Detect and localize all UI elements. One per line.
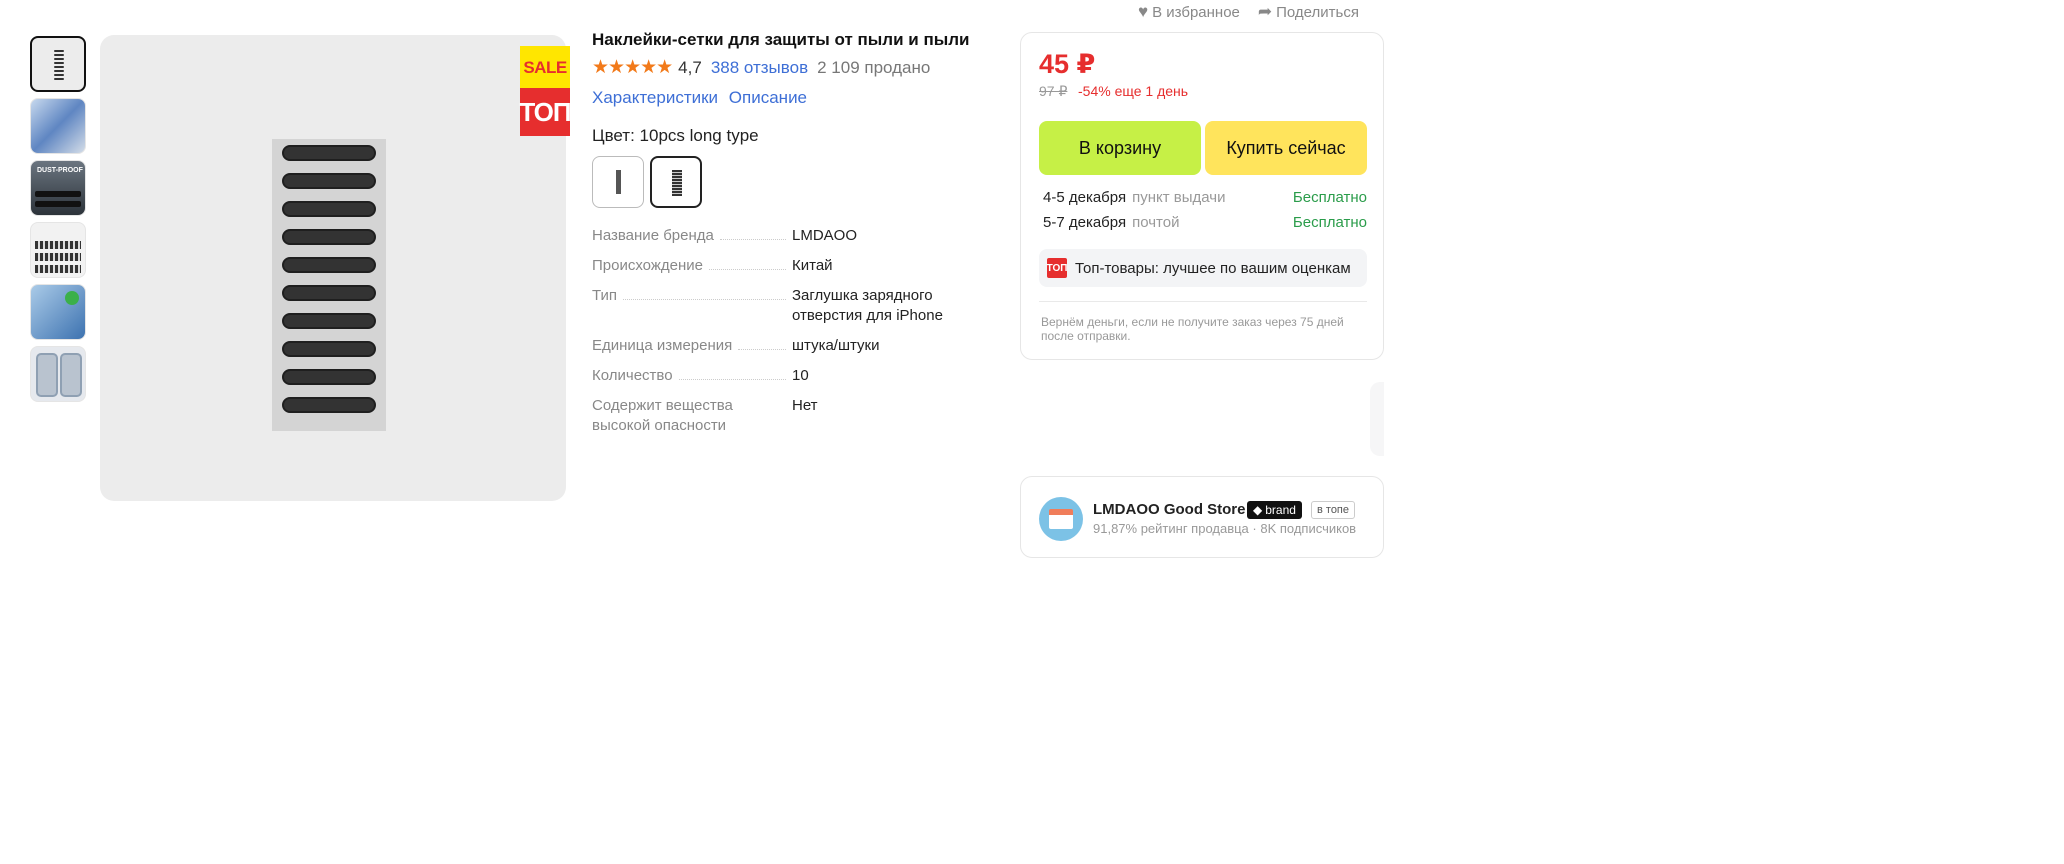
color-option-1[interactable] — [592, 156, 644, 208]
sale-badge: SALE — [520, 46, 570, 90]
color-label: Цвет: 10pcs long type — [592, 126, 759, 145]
main-product-image[interactable] — [100, 35, 566, 501]
top-icon: ТОП — [1047, 258, 1067, 278]
delivery-option: 5-7 декабря почтой Бесплатно — [1043, 214, 1367, 231]
spec-name: Название бренда — [592, 227, 714, 244]
specs-link[interactable]: Характеристики — [592, 88, 718, 107]
sold-count: 2 109 продано — [817, 57, 931, 77]
share-button[interactable]: ➦ Поделиться — [1258, 2, 1359, 22]
spec-value: Заглушка зарядного отверстия для iPhone — [792, 287, 943, 324]
old-price: 97 ₽ — [1039, 83, 1068, 99]
favorite-button[interactable]: ♥ В избранное — [1138, 2, 1240, 22]
spec-name: Тип — [592, 287, 618, 304]
delivery-cost: Бесплатно — [1292, 214, 1367, 231]
color-swatches — [592, 156, 992, 208]
delivery-option: 4-5 декабря пункт выдачи Бесплатно — [1043, 189, 1367, 206]
top-badge: ТОП — [519, 88, 572, 136]
thumbnail-3[interactable]: DUST-PROOF — [30, 160, 86, 216]
favorite-label: В избранное — [1152, 3, 1240, 21]
spec-row: Количество 10 — [592, 366, 992, 386]
divider — [1039, 301, 1367, 302]
rating-value: 4,7 — [678, 57, 702, 77]
rating-row: ★★★★★ 4,7 388 отзывов 2 109 продано — [592, 56, 992, 79]
add-to-cart-button[interactable]: В корзину — [1039, 121, 1201, 175]
spec-row: Тип Заглушка зарядного отверстия для iPh… — [592, 286, 992, 326]
spec-name: Содержит вещества высокой опасности — [592, 397, 733, 434]
guarantee-text: Вернём деньги, если не получите заказ че… — [1041, 315, 1344, 343]
thumbnail-2[interactable] — [30, 98, 86, 154]
thumbnail-gallery: DUST-PROOF — [30, 36, 88, 408]
side-panel-tab[interactable] — [1370, 382, 1384, 456]
spec-value: LMDAOO — [792, 227, 858, 244]
specs-list: Название бренда LMDAOO Происхождение Кит… — [592, 226, 992, 436]
thumbnail-4[interactable] — [30, 222, 86, 278]
spec-row: Содержит вещества высокой опасности Нет — [592, 396, 992, 436]
buy-now-button[interactable]: Купить сейчас — [1205, 121, 1367, 175]
product-title: Наклейки-сетки для защиты от пыли и пыли — [592, 30, 970, 49]
promo-text: Топ-товары: лучшее по вашим оценкам — [1075, 259, 1351, 277]
color-option-2[interactable] — [650, 156, 702, 208]
spec-value: Нет — [792, 397, 818, 414]
delivery-method: пункт выдачи — [1132, 189, 1226, 206]
delivery-date: 4-5 декабря — [1043, 189, 1127, 206]
spec-value: Китай — [792, 257, 833, 274]
top-actions: ♥ В избранное ➦ Поделиться — [1138, 2, 1359, 22]
top-products-banner[interactable]: ТОП Топ-товары: лучшее по вашим оценкам — [1039, 249, 1367, 287]
buy-box: 45 ₽ 97 ₽ -54% еще 1 день В корзину Купи… — [1020, 32, 1384, 360]
brand-badge-label: brand — [1265, 503, 1296, 517]
discount-label: -54% еще 1 день — [1078, 83, 1189, 99]
price: 45 ₽ — [1039, 49, 1096, 79]
charging-plug-icon — [54, 50, 64, 82]
store-name[interactable]: LMDAOO Good Store — [1093, 501, 1246, 518]
thumbnail-5[interactable] — [30, 284, 86, 340]
spec-value: 10 — [792, 367, 809, 384]
tag-icon: ◆ — [1253, 503, 1263, 517]
spec-row: Название бренда LMDAOO — [592, 226, 992, 246]
brand-badge: ◆ brand — [1247, 501, 1302, 519]
spec-name: Единица измерения — [592, 337, 733, 354]
reviews-link[interactable]: 388 отзывов — [711, 58, 808, 78]
share-icon: ➦ — [1257, 2, 1273, 21]
spec-name: Количество — [592, 367, 673, 384]
delivery-date: 5-7 декабря — [1043, 214, 1127, 231]
section-links: Характеристики Описание — [592, 88, 992, 108]
delivery-cost: Бесплатно — [1292, 189, 1367, 206]
description-link[interactable]: Описание — [729, 88, 807, 107]
store-meta: 91,87% рейтинг продавца · 8K подписчиков — [1093, 521, 1357, 536]
spec-row: Происхождение Китай — [592, 256, 992, 276]
spec-name: Происхождение — [592, 257, 703, 274]
share-label: Поделиться — [1276, 3, 1359, 21]
top-store-badge: в топе — [1311, 501, 1356, 519]
delivery-method: почтой — [1132, 214, 1180, 231]
spec-row: Единица измерения штука/штуки — [592, 336, 992, 356]
store-icon — [1049, 509, 1073, 529]
thumbnail-1[interactable] — [30, 36, 86, 92]
spec-value: штука/штуки — [792, 337, 880, 354]
rating-stars-icon: ★★★★★ — [592, 57, 673, 78]
store-card[interactable]: LMDAOO Good Store ◆ brand в топе 91,87% … — [1020, 476, 1384, 558]
thumbnail-6[interactable] — [30, 346, 86, 402]
store-avatar — [1039, 497, 1083, 541]
product-info: Наклейки-сетки для защиты от пыли и пыли… — [592, 30, 992, 446]
dust-mesh-strips-image — [272, 139, 386, 431]
heart-icon: ♥ — [1138, 2, 1149, 21]
